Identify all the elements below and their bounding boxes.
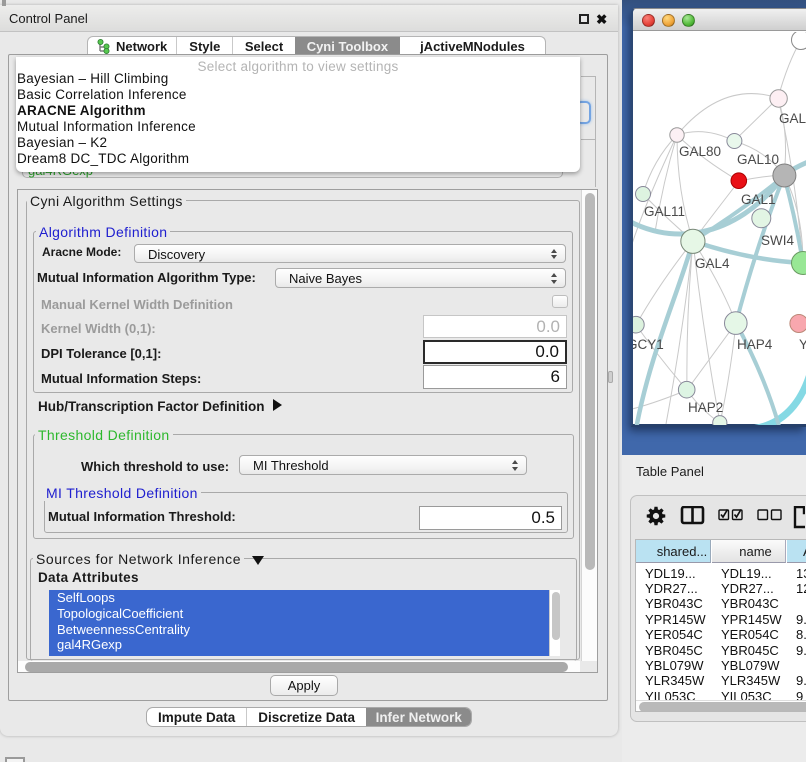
svg-text:HAP4: HAP4 [737,337,773,352]
svg-text:GAL4: GAL4 [695,256,730,271]
svg-text:GAL10: GAL10 [737,152,779,167]
svg-text:GAL1: GAL1 [741,192,776,207]
svg-text:GCY1: GCY1 [633,337,664,352]
svg-text:GAL2: GAL2 [779,111,806,126]
svg-text:HAP2: HAP2 [688,400,723,415]
svg-text:Y: Y [799,337,806,352]
svg-text:GAL80: GAL80 [679,144,721,159]
svg-text:SWI4: SWI4 [761,233,794,248]
svg-text:GAL11: GAL11 [644,204,685,219]
